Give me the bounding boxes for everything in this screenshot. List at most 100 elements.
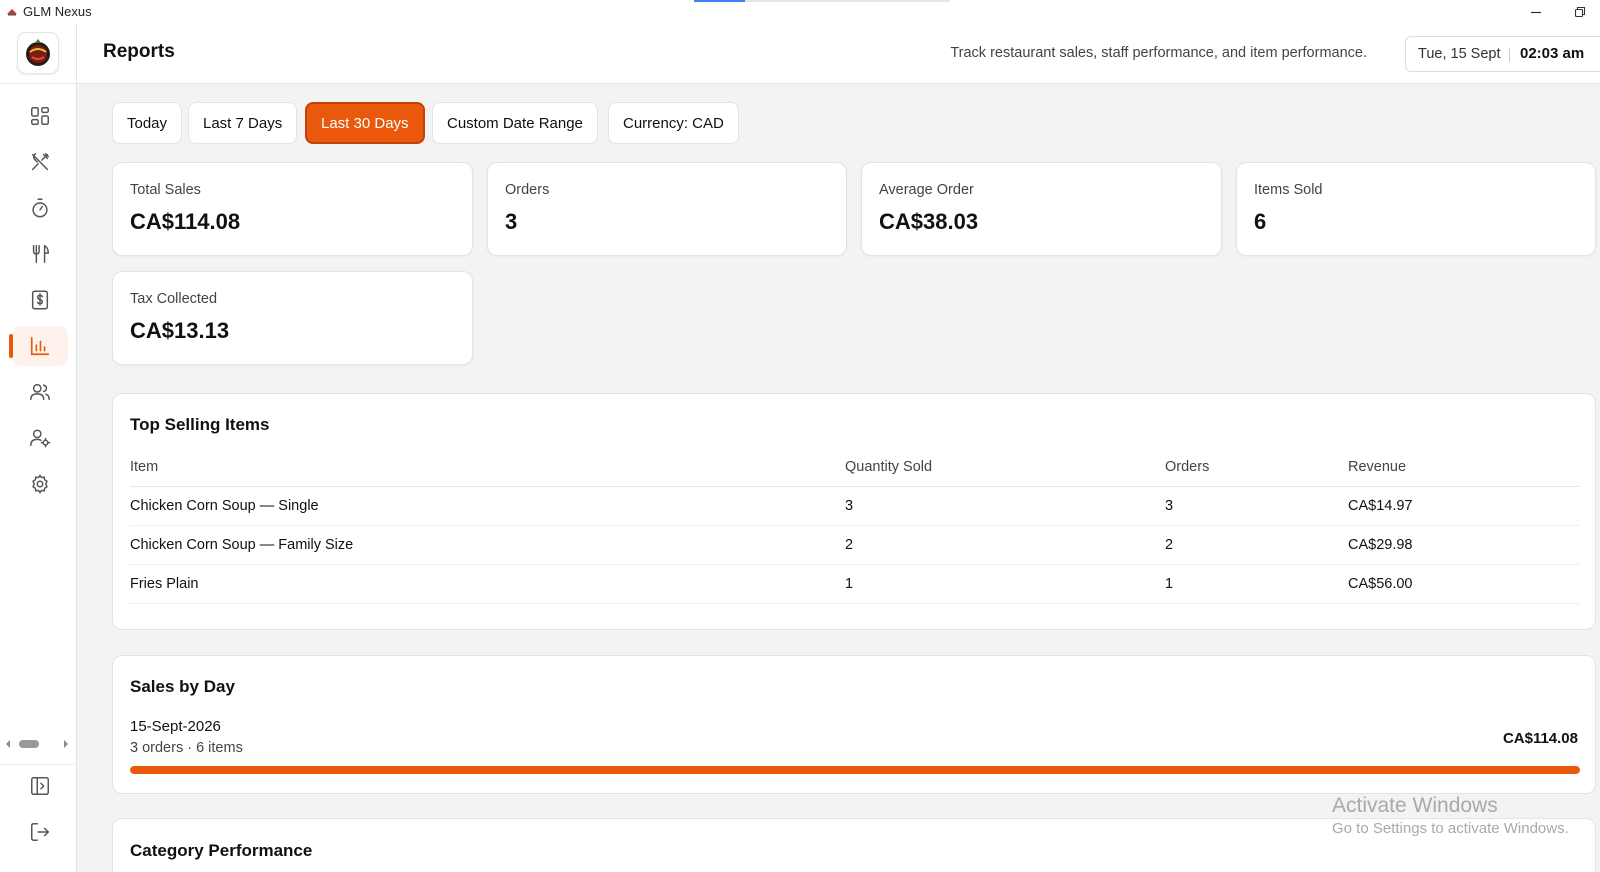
- stat-label: Total Sales: [130, 182, 201, 198]
- cell-revenue: CA$56.00: [1348, 576, 1413, 592]
- page-header: Reports Track restaurant sales, staff pe…: [77, 24, 1600, 84]
- app-title: GLM Nexus: [23, 4, 92, 19]
- cell-revenue: CA$29.98: [1348, 537, 1413, 553]
- receipt-dollar-icon: [31, 290, 49, 310]
- current-date: Tue, 15 Sept: [1418, 46, 1501, 62]
- logout-button[interactable]: [12, 812, 68, 852]
- stat-label: Tax Collected: [130, 291, 218, 307]
- sidebar-divider: [0, 764, 77, 765]
- currency-selector[interactable]: Currency: CAD: [608, 102, 739, 144]
- panel-title: Sales by Day: [130, 677, 235, 696]
- column-header-orders: Orders: [1165, 459, 1210, 475]
- gear-icon: [32, 474, 48, 494]
- minimize-button[interactable]: [1522, 2, 1550, 22]
- stopwatch-icon: [32, 198, 48, 218]
- stat-value: 6: [1254, 209, 1267, 234]
- cell-quantity: 3: [845, 498, 854, 514]
- sidebar-item-user-settings[interactable]: [12, 418, 68, 458]
- scroll-thumb: [19, 740, 39, 748]
- panel-title: Top Selling Items: [130, 415, 270, 434]
- cell-orders: 2: [1165, 537, 1174, 553]
- sidebar-item-dining[interactable]: [12, 234, 68, 274]
- sidebar-item-settings[interactable]: [12, 464, 68, 504]
- panel-expand-icon: [31, 777, 49, 795]
- top-selling-items-panel: Top Selling Items Item Quantity Sold Ord…: [112, 393, 1596, 630]
- sidebar-item-timer[interactable]: [12, 188, 68, 228]
- sales-by-day-panel: Sales by Day 15-Sept-2026 3 orders · 6 i…: [112, 655, 1596, 794]
- watermark-subtitle: Go to Settings to activate Windows.: [1332, 820, 1569, 837]
- loading-progress-fill: [694, 0, 746, 2]
- stat-card-average-order: Average Order CA$38.03: [861, 162, 1222, 256]
- sidebar-item-billing[interactable]: [12, 280, 68, 320]
- sidebar-toggle-button[interactable]: [12, 766, 68, 806]
- datetime-display: Tue, 15 Sept 02:03 am: [1405, 36, 1600, 72]
- stat-label: Average Order: [879, 182, 974, 198]
- fork-knife-icon: [32, 244, 49, 263]
- page-title: Reports: [103, 41, 175, 62]
- table-row: Chicken Corn Soup — Single 3 3 CA$14.97: [130, 487, 1580, 526]
- logout-icon: [31, 823, 49, 841]
- cell-orders: 1: [1165, 576, 1174, 592]
- stat-value: CA$13.13: [130, 318, 230, 343]
- restaurant-logo-icon: [26, 39, 50, 66]
- restore-button[interactable]: [1566, 2, 1594, 22]
- day-sales-bar: [130, 766, 1580, 774]
- range-last-7-days-button[interactable]: Last 7 Days: [188, 102, 298, 144]
- user-gear-icon: [30, 429, 51, 448]
- stat-card-tax-collected: Tax Collected CA$13.13: [112, 271, 473, 365]
- sidebar: [0, 24, 77, 872]
- stat-label: Items Sold: [1254, 182, 1323, 198]
- range-today-button[interactable]: Today: [112, 102, 183, 144]
- restore-icon: [1574, 6, 1586, 18]
- range-last-30-days-button[interactable]: Last 30 Days: [305, 102, 425, 144]
- sidebar-item-menu[interactable]: [12, 142, 68, 182]
- table-row: Fries Plain 1 1 CA$56.00: [130, 565, 1580, 604]
- stat-card-items-sold: Items Sold 6: [1236, 162, 1596, 256]
- table-header: Item Quantity Sold Orders Revenue: [130, 448, 1580, 487]
- scroll-right-arrow-icon: [64, 740, 68, 748]
- horizontal-scrollbar: [6, 740, 68, 748]
- day-date: 15-Sept-2026: [130, 718, 221, 735]
- sidebar-scrollbar[interactable]: [0, 734, 77, 754]
- stat-card-orders: Orders 3: [487, 162, 847, 256]
- stat-value: 3: [505, 209, 518, 234]
- windows-activation-watermark: Activate Windows Go to Settings to activ…: [1332, 794, 1569, 837]
- sidebar-item-dashboard[interactable]: [12, 96, 68, 136]
- sidebar-item-reports[interactable]: [9, 326, 68, 366]
- window-titlebar: GLM Nexus: [0, 0, 1600, 24]
- cell-quantity: 2: [845, 537, 854, 553]
- app-icon: [7, 9, 17, 16]
- day-sales-bar-fill: [130, 766, 1580, 774]
- page-subtitle: Track restaurant sales, staff performanc…: [950, 45, 1367, 61]
- cell-quantity: 1: [845, 576, 854, 592]
- bar-chart-icon: [30, 336, 50, 356]
- stat-label: Orders: [505, 182, 550, 198]
- stat-value: CA$38.03: [879, 209, 979, 234]
- utensils-crossed-icon: [31, 153, 49, 171]
- day-total: CA$114.08: [1502, 730, 1578, 747]
- scroll-left-arrow-icon: [6, 740, 10, 748]
- datetime-separator: [1509, 48, 1510, 62]
- stat-card-total-sales: Total Sales CA$114.08: [112, 162, 473, 256]
- sidebar-divider: [0, 83, 77, 84]
- grid-icon: [31, 107, 49, 125]
- cell-orders: 3: [1165, 498, 1174, 514]
- column-header-revenue: Revenue: [1348, 459, 1407, 475]
- users-icon: [30, 383, 50, 401]
- column-header-item: Item: [130, 459, 159, 475]
- panel-title: Category Performance: [130, 841, 313, 860]
- table-row: Chicken Corn Soup — Family Size 2 2 CA$2…: [130, 526, 1580, 565]
- column-header-quantity: Quantity Sold: [845, 459, 933, 475]
- cell-item: Chicken Corn Soup — Family Size: [130, 537, 354, 553]
- minimize-icon: [1531, 11, 1541, 14]
- cell-item: Chicken Corn Soup — Single: [130, 498, 319, 514]
- current-time: 02:03 am: [1520, 45, 1585, 62]
- cell-item: Fries Plain: [130, 576, 199, 592]
- loading-progress-bar: [694, 0, 950, 2]
- range-custom-date-button[interactable]: Custom Date Range: [432, 102, 598, 144]
- day-summary: 3 orders · 6 items: [130, 740, 243, 756]
- restaurant-logo[interactable]: [17, 32, 59, 74]
- watermark-title: Activate Windows: [1332, 794, 1498, 817]
- sidebar-item-staff[interactable]: [12, 372, 68, 412]
- stat-value: CA$114.08: [130, 209, 241, 234]
